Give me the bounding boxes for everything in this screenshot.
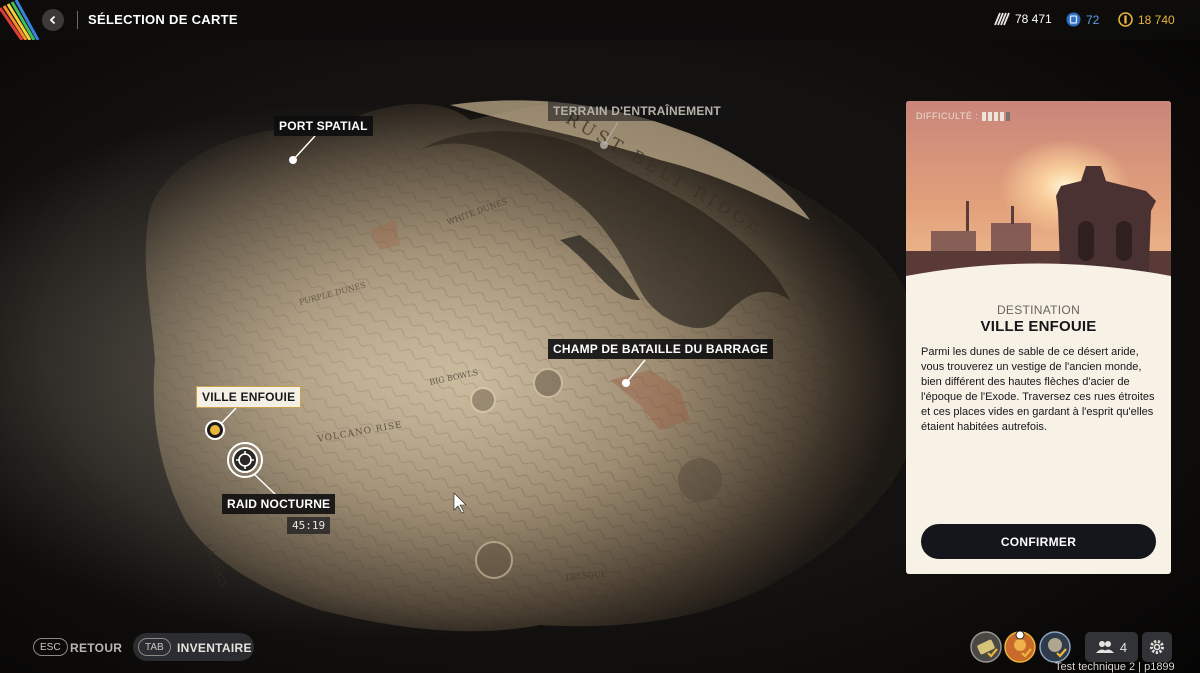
selected-marker-icon[interactable] [204, 419, 226, 441]
region-marker-champ-de-bataille[interactable] [622, 379, 630, 387]
difficulty-pip [982, 111, 987, 121]
page-title: SÉLECTION DE CARTE [88, 12, 238, 27]
ticket-avatar-icon[interactable] [970, 631, 1002, 663]
region-label-port-spatial[interactable]: PORT SPATIAL [274, 116, 373, 136]
destination-name: VILLE ENFOUIE [980, 318, 1097, 335]
currency-token: 72 [1066, 12, 1099, 27]
region-label-terrain-entrainement[interactable]: TERRAIN D'ENTRAÎNEMENT [548, 101, 726, 121]
rainbow-stripe-icon [0, 0, 40, 40]
settings-button[interactable] [1142, 632, 1172, 662]
gear-icon [1150, 640, 1164, 654]
region-label-raid-nocturne[interactable]: RAID NOCTURNE [222, 494, 336, 514]
destination-label: DESTINATION [996, 303, 1081, 317]
party-count: 4 [1119, 639, 1128, 655]
region-marker-port-spatial[interactable] [289, 156, 297, 164]
blue-token-icon [1066, 12, 1081, 27]
back-button[interactable] [42, 9, 64, 31]
gear-avatar-icon[interactable] [1039, 631, 1071, 663]
difficulty-pip [988, 111, 993, 121]
inventory-hint-label[interactable]: INVENTAIRE [177, 641, 252, 655]
destination-image [906, 101, 1171, 291]
feather-wings-icon [994, 12, 1010, 26]
crew-avatar-icon[interactable] [1004, 631, 1036, 663]
difficulty-pips [982, 111, 1011, 121]
region-label-ville-enfouie[interactable]: VILLE ENFOUIE [196, 386, 302, 408]
tab-key-hint[interactable]: TAB [138, 638, 171, 656]
destination-description: Parmi les dunes de sable de ce désert ar… [921, 346, 1155, 433]
party-button[interactable]: 4 [1085, 632, 1138, 662]
region-marker-terrain-entrainement[interactable] [600, 141, 608, 149]
currency-wings-value: 78 471 [1015, 12, 1052, 26]
top-bar: SÉLECTION DE CARTE 78 471 72 18 740 [0, 0, 1200, 40]
confirm-button[interactable]: CONFIRMER [921, 524, 1156, 559]
destination-card: DIFFICULTÉ : DESTINATION VILLE ENFOUIE P… [906, 101, 1171, 574]
title-divider [77, 11, 78, 29]
difficulty-indicator: DIFFICULTÉ : [916, 111, 1011, 121]
raid-target-icon[interactable] [226, 441, 264, 479]
currency-gold-value: 18 740 [1138, 12, 1175, 27]
back-hint-label[interactable]: RETOUR [70, 641, 122, 655]
raid-timer: 45:19 [287, 517, 331, 534]
currency-token-value: 72 [1086, 12, 1100, 27]
difficulty-label: DIFFICULTÉ : [916, 111, 979, 121]
difficulty-pip [1006, 111, 1011, 121]
esc-key-hint[interactable]: ESC [33, 638, 68, 656]
currency-wings: 78 471 [993, 12, 1052, 26]
chevron-left-icon [49, 15, 56, 25]
difficulty-pip [994, 111, 999, 121]
region-label-champ-de-bataille[interactable]: CHAMP DE BATAILLE DU BARRAGE [548, 339, 773, 359]
build-version-label: Test technique 2 | p1899 [1055, 661, 1175, 673]
gold-coin-icon [1118, 12, 1133, 27]
difficulty-pip [1000, 111, 1005, 121]
party-members-icon [1095, 641, 1114, 653]
currency-gold: 18 740 [1118, 12, 1175, 27]
